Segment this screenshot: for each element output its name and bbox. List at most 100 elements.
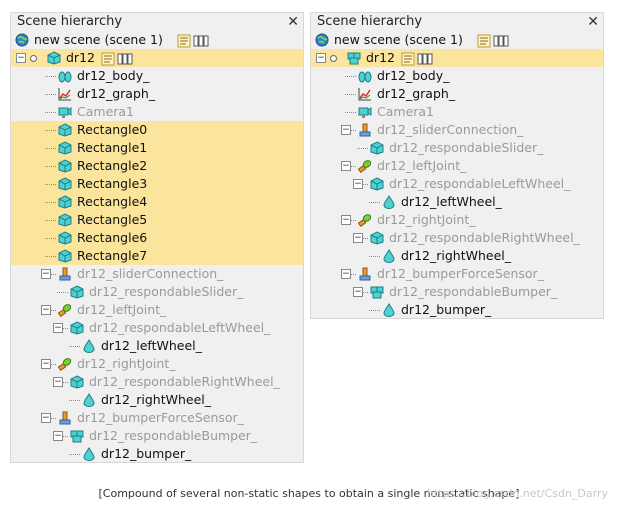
tree-connector	[45, 148, 56, 149]
collapse-toggle-icon[interactable]: −	[41, 413, 51, 423]
tree-item-label: dr12_respondableRightWheel_	[389, 230, 580, 245]
tree-row[interactable]: dr12_respondableSlider_	[11, 283, 303, 301]
visibility-dot-icon[interactable]	[330, 55, 337, 62]
tree-row[interactable]: dr12_rightWheel_	[311, 247, 603, 265]
collapse-toggle-icon[interactable]: −	[353, 233, 363, 243]
panel-title: Scene hierarchy	[317, 14, 423, 29]
tree-row[interactable]: Rectangle1	[11, 139, 303, 157]
tree-row[interactable]: dr12_rightWheel_	[11, 391, 303, 409]
tree-row[interactable]: Rectangle2	[11, 157, 303, 175]
tree-item-label: Rectangle1	[77, 140, 148, 155]
tree-row[interactable]: − dr12_leftJoint_	[11, 301, 303, 319]
collapse-toggle-icon[interactable]: −	[353, 179, 363, 189]
visibility-dot-icon[interactable]	[30, 55, 37, 62]
cube-shape-icon	[370, 177, 384, 191]
tree-row[interactable]: − dr12_rightJoint_	[11, 355, 303, 373]
tree-row[interactable]: Rectangle5	[11, 211, 303, 229]
script-and-config-icons[interactable]	[101, 52, 135, 66]
tree-connector	[45, 184, 56, 185]
tree-row[interactable]: − dr12_respondableRightWheel_	[11, 373, 303, 391]
tree-item-label: dr12_respondableSlider_	[389, 140, 544, 155]
close-icon[interactable]: ✕	[287, 13, 299, 31]
tree-row[interactable]: − dr12_respondableRightWheel_	[311, 229, 603, 247]
tree-item-label: Rectangle5	[77, 212, 148, 227]
compound-shape-icon	[70, 429, 84, 443]
force-sensor-icon	[358, 123, 372, 137]
tree-item-label: dr12_respondableRightWheel_	[89, 374, 280, 389]
tree-row[interactable]: − dr12_leftJoint_	[311, 157, 603, 175]
tree-row[interactable]: dr12_respondableSlider_	[311, 139, 603, 157]
compound-shape-icon	[370, 285, 384, 299]
drop-shape-icon	[382, 195, 396, 209]
cube-shape-icon	[58, 141, 72, 155]
tree-row[interactable]: Camera1	[311, 103, 603, 121]
cube-shape-icon	[58, 249, 72, 263]
tree-row[interactable]: Rectangle6	[11, 229, 303, 247]
joint-icon	[57, 357, 72, 372]
tree-connector	[357, 148, 368, 149]
tree-row[interactable]: Rectangle7	[11, 247, 303, 265]
tree-row[interactable]: Rectangle3	[11, 175, 303, 193]
tree-item-label: Rectangle3	[77, 176, 148, 191]
collapse-toggle-icon[interactable]: −	[53, 323, 63, 333]
collapse-toggle-icon[interactable]: −	[41, 269, 51, 279]
tree-row[interactable]: dr12_leftWheel_	[11, 337, 303, 355]
tree-row[interactable]: − dr12_respondableBumper_	[311, 283, 603, 301]
collapse-toggle-icon[interactable]: −	[53, 431, 63, 441]
tree-row[interactable]: Camera1	[11, 103, 303, 121]
collapse-toggle-icon[interactable]: −	[41, 359, 51, 369]
tree-row[interactable]: Rectangle4	[11, 193, 303, 211]
tree-row[interactable]: − dr12	[311, 49, 603, 67]
cube-shape-icon	[70, 321, 84, 335]
cube-shape-icon	[58, 123, 72, 137]
cube-shape-icon	[70, 285, 84, 299]
tree-row[interactable]: dr12_graph_	[11, 85, 303, 103]
tree-row[interactable]: dr12_body_	[311, 67, 603, 85]
collapse-toggle-icon[interactable]: −	[41, 305, 51, 315]
tree-row[interactable]: dr12_body_	[11, 67, 303, 85]
script-and-config-icons[interactable]	[477, 34, 511, 48]
collapse-toggle-icon[interactable]: −	[341, 161, 351, 171]
tree-row[interactable]: − dr12_sliderConnection_	[11, 265, 303, 283]
script-and-config-icons[interactable]	[177, 34, 211, 48]
cube-shape-icon	[58, 213, 72, 227]
tree-row[interactable]: dr12_leftWheel_	[311, 193, 603, 211]
collapse-toggle-icon[interactable]: −	[353, 287, 363, 297]
collapse-toggle-icon[interactable]: −	[341, 269, 351, 279]
tree-row[interactable]: dr12_bumper_	[11, 445, 303, 463]
body-shape-icon	[58, 69, 72, 83]
graph-icon	[358, 87, 372, 101]
tree-row[interactable]: − dr12_respondableBumper_	[11, 427, 303, 445]
cube-shape-icon	[58, 195, 72, 209]
tree-item-label: dr12_sliderConnection_	[77, 266, 224, 281]
tree-item-label: dr12_bumperForceSensor_	[77, 410, 244, 425]
tree-item-label: dr12_respondableSlider_	[89, 284, 244, 299]
tree-item-label: dr12_leftJoint_	[377, 158, 467, 173]
collapse-toggle-icon[interactable]: −	[53, 377, 63, 387]
tree-row[interactable]: − dr12_rightJoint_	[311, 211, 603, 229]
camera-icon	[358, 105, 372, 119]
collapse-toggle-icon[interactable]: −	[341, 215, 351, 225]
cube-shape-icon	[370, 231, 384, 245]
tree-row[interactable]: − dr12_respondableLeftWheel_	[311, 175, 603, 193]
tree-row[interactable]: Rectangle0	[11, 121, 303, 139]
tree-row[interactable]: − dr12_respondableLeftWheel_	[11, 319, 303, 337]
collapse-toggle-icon[interactable]: −	[16, 53, 26, 63]
joint-icon	[357, 159, 372, 174]
tree-row[interactable]: − dr12_sliderConnection_	[311, 121, 603, 139]
script-and-config-icons[interactable]	[401, 52, 435, 66]
collapse-toggle-icon[interactable]: −	[341, 125, 351, 135]
tree-row[interactable]: − dr12_bumperForceSensor_	[311, 265, 603, 283]
tree-connector	[45, 220, 56, 221]
tree-item-label: new scene (scene 1)	[334, 32, 463, 47]
tree-row[interactable]: − dr12	[11, 49, 303, 67]
collapse-toggle-icon[interactable]: −	[316, 53, 326, 63]
graph-icon	[58, 87, 72, 101]
compound-shape-icon	[347, 51, 361, 65]
tree-row[interactable]: new scene (scene 1)	[311, 31, 603, 49]
tree-row[interactable]: − dr12_bumperForceSensor_	[11, 409, 303, 427]
tree-row[interactable]: dr12_graph_	[311, 85, 603, 103]
close-icon[interactable]: ✕	[587, 13, 599, 31]
tree-row[interactable]: new scene (scene 1)	[11, 31, 303, 49]
tree-row[interactable]: dr12_bumper_	[311, 301, 603, 319]
